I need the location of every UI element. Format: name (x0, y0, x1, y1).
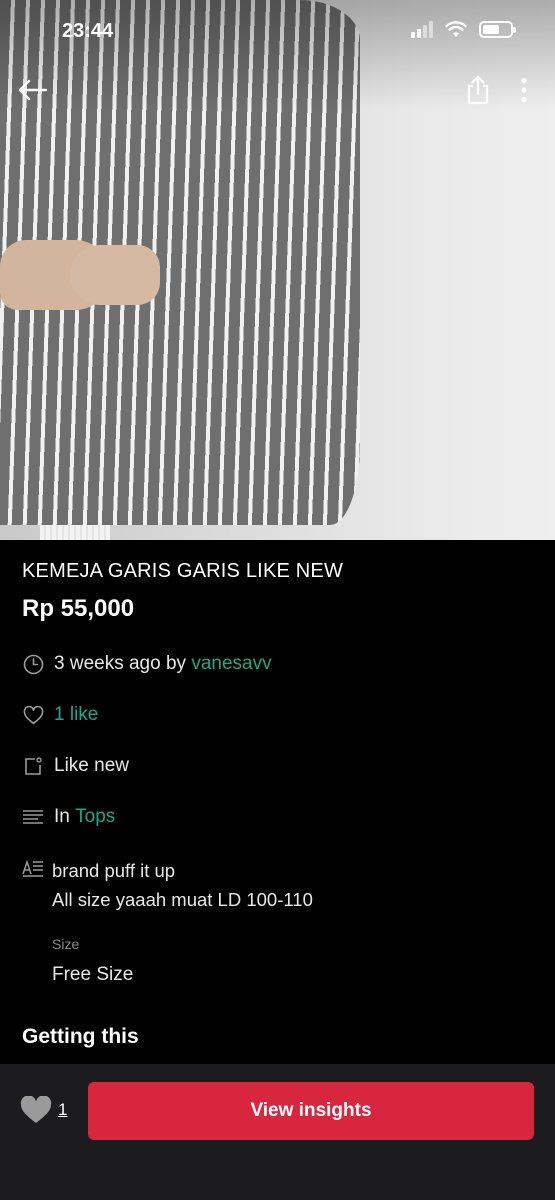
likes-link[interactable]: 1 like (54, 704, 98, 726)
more-button[interactable] (506, 72, 542, 108)
product-title: KEMEJA GARIS GARIS LIKE NEW (22, 560, 344, 582)
category-prefix: In (54, 806, 70, 827)
more-vertical-icon (521, 77, 527, 103)
like-button[interactable]: 1 (20, 1096, 67, 1124)
heart-icon (20, 1096, 52, 1123)
category-row: In Tops (22, 806, 115, 828)
likes-row[interactable]: 1 like (22, 704, 98, 726)
category-link[interactable]: Tops (75, 806, 115, 828)
status-icons (411, 20, 516, 38)
clock-icon (22, 653, 44, 675)
condition-row: Like new (22, 755, 129, 777)
tag-icon (22, 755, 44, 777)
heart-outline-icon (22, 704, 44, 726)
status-time: 23:44 (62, 20, 114, 42)
section-heading: Getting this (22, 1025, 139, 1048)
share-icon (467, 75, 489, 105)
product-price: Rp 55,000 (22, 595, 135, 622)
text-icon (22, 857, 44, 879)
description-line-2: All size yaaah muat LD 100-110 (52, 889, 313, 910)
back-button[interactable] (14, 72, 50, 108)
product-description: brand puff it up All size yaaah muat LD … (52, 856, 313, 914)
list-icon (22, 806, 44, 828)
description-icon-row (22, 857, 54, 879)
size-label: Size (52, 936, 80, 952)
posted-row: 3 weeks ago by vanesavv (22, 653, 272, 675)
size-value: Free Size (52, 964, 134, 985)
signal-icon (411, 20, 433, 38)
condition-value: Like new (54, 755, 129, 776)
arrow-left-icon (18, 79, 48, 101)
seller-link[interactable]: vanesavv (191, 653, 271, 675)
battery-icon (479, 20, 516, 38)
wifi-icon (445, 20, 467, 37)
description-line-1: brand puff it up (52, 860, 176, 881)
view-insights-button[interactable]: View insights (88, 1082, 534, 1140)
like-count[interactable]: 1 (58, 1100, 67, 1120)
photo-hand-right (70, 245, 160, 305)
share-button[interactable] (460, 72, 496, 108)
posted-prefix: 3 weeks ago by (54, 653, 187, 674)
